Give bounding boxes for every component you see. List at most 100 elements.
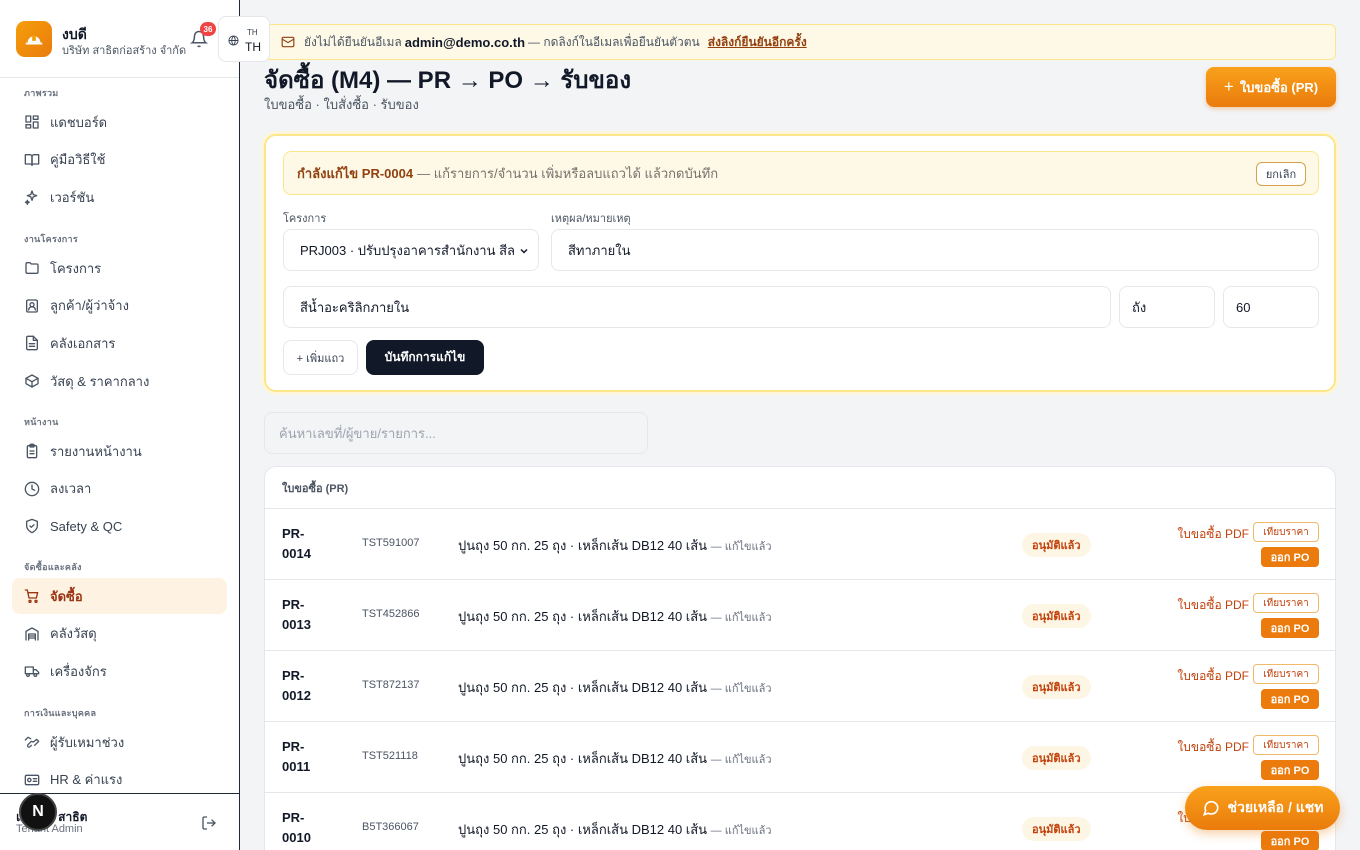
nav-group-label: จัดซื้อและคลัง: [24, 562, 82, 572]
pr-pdf-link[interactable]: ใบขอซื้อ PDF: [1177, 525, 1249, 544]
help-chat-button[interactable]: ช่วยเหลือ / แชท: [1185, 786, 1340, 830]
table-row[interactable]: PR- 0010 B5T366067 ปูนถุง 50 กก. 25 ถุง …: [265, 793, 1335, 850]
brand-header: งบดี บริษัท สาธิตก่อสร้าง จำกัด 36: [0, 0, 239, 78]
status-badge: อนุมัติแล้ว: [1022, 746, 1091, 770]
new-pr-button[interactable]: + ใบขอซื้อ (PR): [1206, 67, 1336, 107]
plus-icon: +: [1223, 77, 1234, 96]
item-name-input[interactable]: สีน้ำอะคริลิกภายใน: [283, 286, 1111, 328]
edited-tag: — แก้ไขแล้ว: [710, 825, 772, 837]
save-edit-button[interactable]: บันทึกการแก้ไข: [366, 340, 484, 375]
sidebar-item-label: Safety & QC: [50, 518, 123, 534]
pr-items: ปูนถุง 50 กก. 25 ถุง · เหล็กเส้น DB12 40…: [458, 680, 708, 695]
issue-po-button[interactable]: ออก PO: [1261, 831, 1319, 850]
banner-text: ยังไม่ได้ยืนยันอีเมล: [304, 34, 402, 49]
sidebar-item-label: จัดซื้อ: [50, 588, 83, 604]
sidebar-item[interactable]: เวอร์ชัน: [12, 179, 227, 215]
banner-suffix: — กดลิงก์ในอีเมลเพื่อยืนยันตัวตน: [528, 34, 700, 49]
compare-price-button[interactable]: เทียบราคา: [1253, 664, 1319, 684]
sidebar-item[interactable]: คู่มือวิธีใช้: [12, 142, 227, 178]
page-subtitle: ใบขอซื้อ · ใบสั่งซื้อ · รับของ: [264, 97, 419, 112]
issue-po-button[interactable]: ออก PO: [1261, 618, 1319, 638]
language-switcher[interactable]: TH TH: [218, 16, 270, 62]
handshake-icon: [24, 736, 40, 748]
sidebar-item-label: เวอร์ชัน: [50, 189, 95, 205]
edited-tag: — แก้ไขแล้ว: [710, 683, 772, 695]
edit-notice: กำลังแก้ไข PR-0004 — แก้รายการ/จำนวน เพิ…: [283, 151, 1319, 195]
shield-icon: [26, 519, 38, 534]
pr-pdf-link[interactable]: ใบขอซื้อ PDF: [1177, 738, 1249, 757]
language-code: TH: [245, 40, 261, 54]
sidebar-item[interactable]: คลังเอกสาร: [12, 325, 227, 361]
sidebar-item[interactable]: คลังวัสดุ: [12, 616, 227, 652]
sidebar-item[interactable]: วัสดุ & ราคากลาง: [12, 363, 227, 399]
sidebar-item-label: โครงการ: [50, 260, 102, 276]
sidebar-item[interactable]: แดชบอร์ด: [12, 104, 227, 140]
sidebar-item[interactable]: ผู้รับเหมาช่วง: [12, 724, 227, 760]
table-row[interactable]: PR- 0013 TST452866 ปูนถุง 50 กก. 25 ถุง …: [265, 580, 1335, 651]
folder-icon: [25, 262, 39, 274]
project-select-value: PRJ003 · ปรับปรุงอาคารสำนักงาน สีล: [300, 242, 515, 258]
item-name-value: สีน้ำอะคริลิกภายใน: [300, 299, 410, 315]
cancel-edit-button[interactable]: ยกเลิก: [1256, 162, 1306, 186]
sidebar-item-label: HR & ค่าแรง: [50, 772, 123, 788]
project-select[interactable]: PRJ003 · ปรับปรุงอาคารสำนักงาน สีล: [283, 229, 539, 271]
edit-pr-card: กำลังแก้ไข PR-0004 — แก้รายการ/จำนวน เพิ…: [264, 134, 1336, 392]
table-row[interactable]: PR- 0014 TST591007 ปูนถุง 50 กก. 25 ถุง …: [265, 509, 1335, 580]
sidebar-item-label: แดชบอร์ด: [50, 114, 108, 130]
sidebar-item[interactable]: โครงการ: [12, 250, 227, 286]
avatar[interactable]: N: [19, 793, 57, 831]
resend-verification-link[interactable]: ส่งลิงก์ยืนยันอีกครั้ง: [708, 33, 807, 52]
compare-price-button[interactable]: เทียบราคา: [1253, 735, 1319, 755]
logout-icon[interactable]: [201, 815, 217, 831]
issue-po-button[interactable]: ออก PO: [1261, 760, 1319, 780]
vendor-code: TST521118: [362, 750, 418, 762]
sidebar-item-label: ผู้รับเหมาช่วง: [50, 734, 125, 750]
issue-po-button[interactable]: ออก PO: [1261, 547, 1319, 567]
sidebar-item[interactable]: จัดซื้อ: [12, 578, 227, 614]
app-logo: [16, 21, 52, 57]
dashboard-icon: [25, 115, 39, 129]
clipboard-icon: [26, 443, 38, 459]
issue-po-button[interactable]: ออก PO: [1261, 689, 1319, 709]
sidebar-item[interactable]: Safety & QC: [12, 508, 227, 544]
add-row-button[interactable]: + เพิ่มแถว: [283, 340, 358, 375]
pr-items: ปูนถุง 50 กก. 25 ถุง · เหล็กเส้น DB12 40…: [458, 538, 708, 553]
quantity-input[interactable]: 60: [1223, 286, 1319, 328]
notification-badge: 36: [200, 22, 216, 36]
search-input[interactable]: ค้นหาเลขที่/ผู้ขาย/รายการ...: [264, 412, 648, 454]
pr-description: ปูนถุง 50 กก. 25 ถุง · เหล็กเส้น DB12 40…: [458, 535, 772, 556]
contact-icon: [26, 299, 38, 313]
sidebar-item-label: รายงานหน้างาน: [50, 443, 142, 459]
chevron-down-icon: [520, 248, 528, 254]
unit-input[interactable]: ถัง: [1119, 286, 1215, 328]
pr-number: PR- 0014: [282, 526, 311, 561]
table-row[interactable]: PR- 0012 TST872137 ปูนถุง 50 กก. 25 ถุง …: [265, 651, 1335, 722]
pr-items: ปูนถุง 50 กก. 25 ถุง · เหล็กเส้น DB12 40…: [458, 751, 708, 766]
compare-price-button[interactable]: เทียบราคา: [1253, 593, 1319, 613]
reason-input-value: สีทาภายใน: [568, 242, 631, 258]
pr-list: ใบขอซื้อ (PR) PR- 0014 TST591007 ปูนถุง …: [264, 466, 1336, 850]
vendor-code: TST591007: [362, 537, 420, 549]
globe-icon: [228, 35, 239, 46]
edit-notice-text: — แก้รายการ/จำนวน เพิ่มหรือลบแถวได้ แล้ว…: [417, 165, 719, 181]
sidebar: งบดี บริษัท สาธิตก่อสร้าง จำกัด 36 TH TH…: [0, 0, 270, 850]
pr-pdf-link[interactable]: ใบขอซื้อ PDF: [1177, 596, 1249, 615]
document-icon: [26, 336, 38, 351]
sidebar-item[interactable]: เครื่องจักร: [12, 653, 227, 689]
clock-icon: [24, 481, 40, 497]
sidebar-item[interactable]: ลูกค้า/ผู้ว่าจ้าง: [12, 288, 227, 324]
nav-group-label: หน้างาน: [24, 417, 59, 427]
compare-price-button[interactable]: เทียบราคา: [1253, 522, 1319, 542]
sidebar-item-label: คู่มือวิธีใช้: [50, 152, 106, 168]
sidebar-item[interactable]: รายงานหน้างาน: [12, 433, 227, 469]
search-placeholder: ค้นหาเลขที่/ผู้ขาย/รายการ...: [279, 425, 436, 441]
pr-number: PR- 0013: [282, 597, 311, 632]
id-card-icon: [24, 774, 40, 786]
book-icon: [24, 153, 40, 166]
table-row[interactable]: PR- 0011 TST521118 ปูนถุง 50 กก. 25 ถุง …: [265, 722, 1335, 793]
pr-pdf-link[interactable]: ใบขอซื้อ PDF: [1177, 667, 1249, 686]
reason-input[interactable]: สีทาภายใน: [551, 229, 1319, 271]
mail-icon: [281, 36, 295, 48]
help-label: ช่วยเหลือ / แชท: [1227, 799, 1324, 815]
sidebar-item[interactable]: ลงเวลา: [12, 471, 227, 507]
